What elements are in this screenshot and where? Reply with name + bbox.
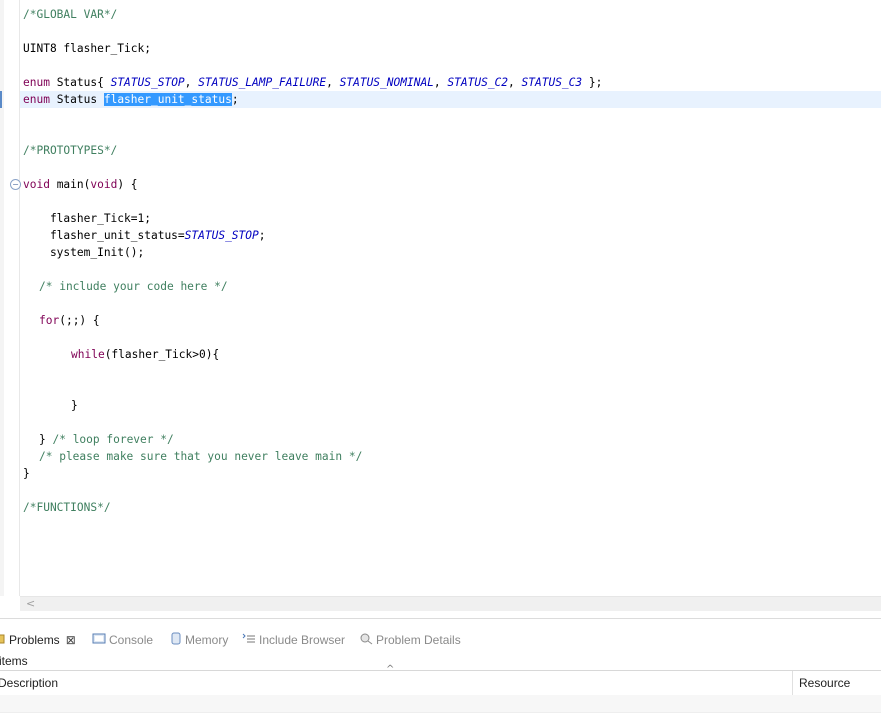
keyword: enum: [23, 93, 50, 106]
enum-decl-end: };: [582, 76, 603, 89]
close-icon[interactable]: ⊠: [66, 629, 76, 651]
code-line: void main(void) {: [23, 176, 138, 193]
separator-line: [0, 618, 881, 619]
comment-loop: /* loop forever */: [52, 433, 174, 446]
code-line: /*FUNCTIONS*/: [23, 499, 111, 516]
comment-functions: /*FUNCTIONS*/: [23, 501, 111, 514]
code-line: flasher_Tick=1;: [23, 210, 151, 227]
tab-label: Problem Details: [376, 633, 461, 647]
code-editor[interactable]: /*GLOBAL VAR*/ UINT8 flasher_Tick; enum …: [0, 0, 881, 596]
tab-memory[interactable]: Memory: [170, 629, 228, 651]
code-line: /* please make sure that you never leave…: [39, 448, 362, 465]
while-rest: (flasher_Tick>0){: [104, 348, 220, 361]
scroll-left-icon[interactable]: <: [26, 597, 35, 611]
main-close: }: [23, 467, 30, 480]
include-browser-icon: [242, 630, 256, 652]
code-line: UINT8 flasher_Tick;: [23, 40, 151, 57]
code-line: /* include your code here */: [39, 278, 228, 295]
code-line: while(flasher_Tick>0){: [71, 346, 219, 363]
main-signature-end: ) {: [117, 178, 138, 191]
while-close: }: [71, 399, 78, 412]
tab-problems[interactable]: Problems ⊠: [0, 629, 76, 651]
panel-tab-bar: Problems ⊠ Console Memory Include Browser…: [0, 629, 881, 651]
table-row[interactable]: [0, 695, 881, 712]
comment-global-var: /*GLOBAL VAR*/: [23, 8, 118, 21]
code-line: flasher_unit_status=STATUS_STOP;: [23, 227, 266, 244]
separator: ,: [508, 76, 522, 89]
column-description[interactable]: Description: [0, 671, 58, 695]
horizontal-scrollbar[interactable]: <: [20, 596, 881, 611]
code-line: for(;;) {: [39, 312, 100, 329]
enum-constant: STATUS_STOP: [110, 76, 185, 89]
tab-problem-details[interactable]: Problem Details: [359, 629, 461, 651]
status-assign: flasher_unit_status=: [23, 229, 185, 242]
problems-table-header: Description ^ Resource: [0, 664, 881, 722]
tab-include-browser[interactable]: Include Browser: [242, 629, 345, 651]
enum-decl-text: Status{: [49, 76, 111, 89]
keyword: void: [23, 178, 50, 191]
problems-icon: [0, 630, 6, 652]
tab-label: Problems: [9, 633, 60, 647]
comment-prototypes: /*PROTOTYPES*/: [23, 144, 118, 157]
keyword: while: [71, 348, 105, 361]
selected-text[interactable]: flasher_unit_status: [103, 93, 232, 106]
current-line-marker: [0, 91, 2, 108]
overview-ruler: [0, 0, 4, 596]
keyword: enum: [23, 76, 50, 89]
sort-ascending-icon[interactable]: ^: [386, 664, 394, 675]
separator: ,: [326, 76, 340, 89]
code-line: /*PROTOTYPES*/: [23, 142, 117, 159]
enum-constant: STATUS_C3: [521, 76, 583, 89]
current-code-line[interactable]: enum Status flasher_unit_status;: [20, 91, 881, 108]
tab-label: Memory: [185, 633, 229, 647]
problem-details-icon: [359, 630, 373, 652]
tab-label: Include Browser: [259, 633, 346, 647]
keyword: void: [90, 178, 118, 191]
tick-assign: flasher_Tick=1;: [23, 212, 151, 225]
main-signature: main(: [49, 178, 91, 191]
uint8-declaration: UINT8 flasher_Tick;: [23, 42, 151, 55]
items-count: items: [0, 654, 28, 668]
panel-separator[interactable]: [0, 611, 881, 626]
collapse-fold-icon[interactable]: −: [10, 179, 21, 190]
code-line: } /* loop forever */: [39, 431, 174, 448]
code-line: enum Status{ STATUS_STOP, STATUS_LAMP_FA…: [23, 74, 602, 91]
for-rest: (;;) {: [59, 314, 100, 327]
memory-icon: [170, 630, 182, 652]
system-init-call: system_Init();: [23, 246, 145, 259]
column-resource[interactable]: Resource: [799, 671, 850, 695]
comment-include: /* include your code here */: [39, 280, 228, 293]
editor-gutter-divider: [19, 0, 20, 596]
enum-constant: STATUS_NOMINAL: [339, 76, 434, 89]
console-icon: [92, 630, 106, 652]
enum-constant: STATUS_LAMP_FAILURE: [198, 76, 327, 89]
keyword: for: [39, 314, 60, 327]
code-line: system_Init();: [23, 244, 144, 261]
enum-var-text: Status: [49, 93, 104, 106]
tab-label: Console: [109, 633, 154, 647]
code-line: }: [23, 465, 30, 482]
loop-close: }: [39, 433, 53, 446]
code-line: }: [71, 397, 78, 414]
semicolon: ;: [258, 229, 266, 242]
enum-constant: STATUS_STOP: [184, 229, 259, 242]
comment-leave: /* please make sure that you never leave…: [39, 450, 363, 463]
code-line: /*GLOBAL VAR*/: [23, 6, 117, 23]
semicolon: ;: [231, 93, 239, 106]
separator: ,: [184, 76, 199, 89]
separator: ,: [433, 76, 448, 89]
enum-constant: STATUS_C2: [447, 76, 509, 89]
tab-console[interactable]: Console: [92, 629, 153, 651]
